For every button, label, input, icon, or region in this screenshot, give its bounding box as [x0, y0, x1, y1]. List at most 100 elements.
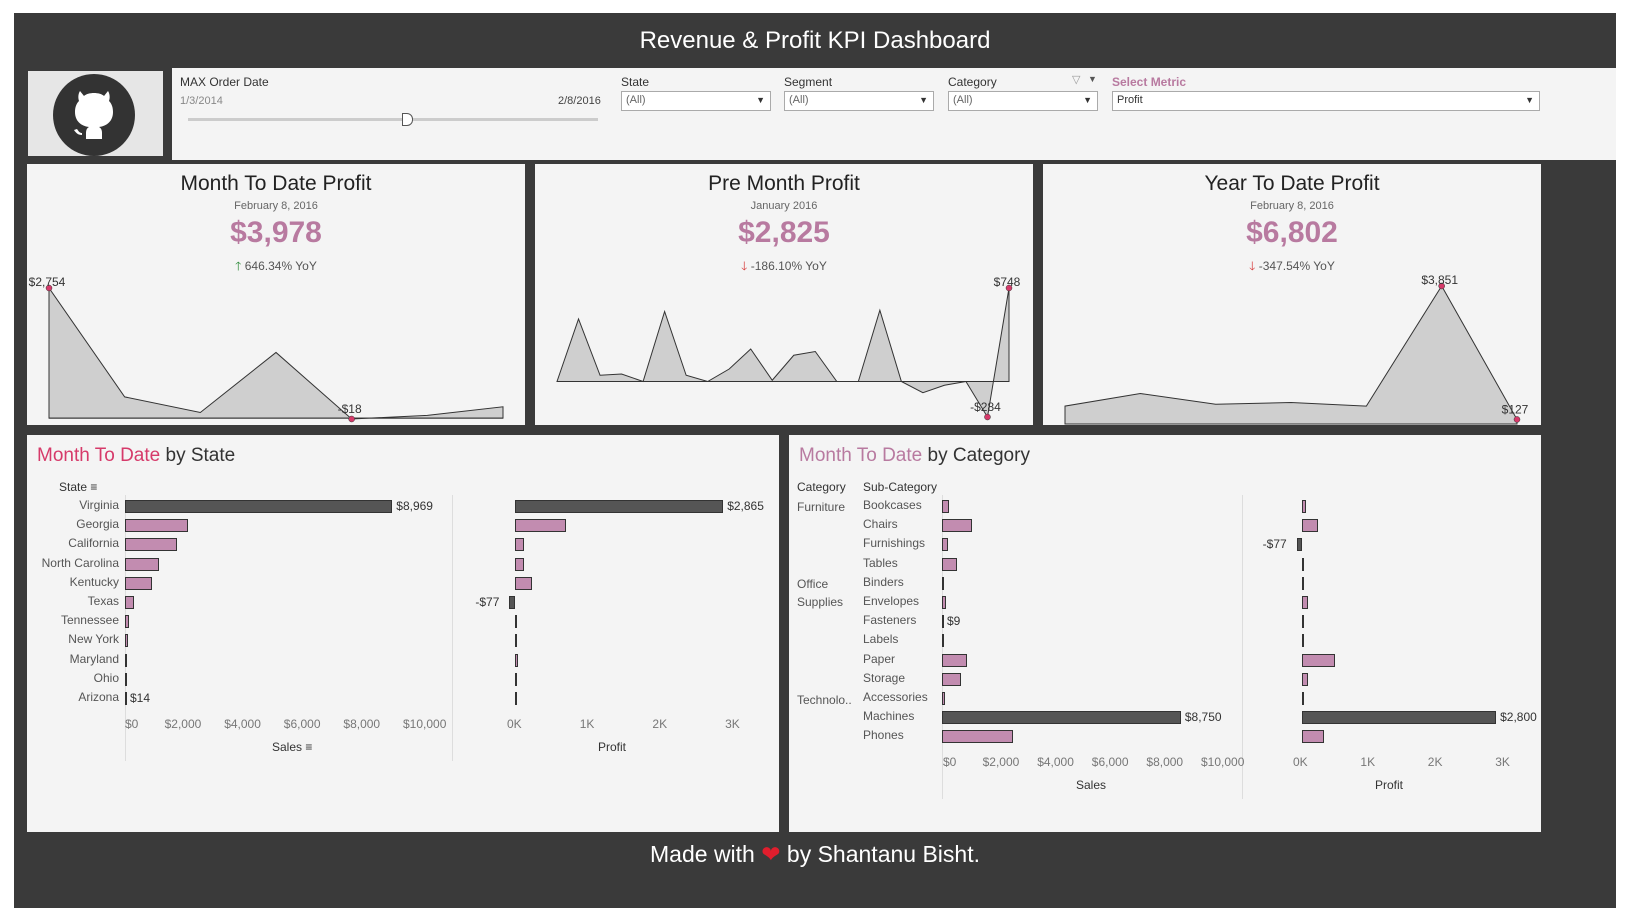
category-profit-bar[interactable] — [1302, 557, 1304, 571]
filter-funnel-icon[interactable]: ▽ — [1072, 73, 1080, 86]
sales-tick: $2,000 — [164, 717, 202, 731]
category-profit-bar[interactable] — [1302, 634, 1304, 648]
category-group-label[interactable]: Technolo.. — [797, 691, 852, 709]
state-row-label[interactable]: Kentucky — [27, 575, 119, 589]
category-sales-bar[interactable] — [942, 615, 944, 629]
category-sales-bar[interactable] — [942, 557, 957, 571]
state-profit-bar[interactable] — [515, 672, 517, 686]
subcategory-row-label[interactable]: Bookcases — [863, 498, 922, 512]
state-header[interactable]: State ≡ — [59, 480, 97, 494]
subcategory-row-label[interactable]: Furnishings — [863, 536, 925, 550]
category-sales-bar[interactable] — [942, 692, 946, 705]
category-sales-bar[interactable] — [942, 653, 968, 667]
state-sales-bar[interactable] — [125, 557, 160, 571]
category-sales-bar[interactable] — [942, 730, 1013, 744]
state-profit-bar[interactable] — [515, 500, 724, 513]
category-profit-bar[interactable] — [1302, 576, 1304, 590]
subcategory-row-label[interactable]: Storage — [863, 671, 905, 685]
category-profit-bar[interactable] — [1302, 500, 1307, 513]
state-sales-bar[interactable] — [125, 519, 188, 533]
subcategory-header[interactable]: Sub-Category — [863, 480, 937, 494]
subcategory-row-label[interactable]: Binders — [863, 575, 904, 589]
category-group-label[interactable]: Furniture — [797, 498, 845, 516]
state-row-label[interactable]: Tennessee — [27, 613, 119, 627]
category-profit-bar[interactable] — [1296, 538, 1302, 552]
sparkline-point[interactable] — [1513, 416, 1521, 423]
category-filter-select[interactable]: (All) ▼ — [948, 91, 1098, 111]
category-sales-bar[interactable] — [942, 634, 944, 648]
date-slider-track[interactable] — [188, 118, 598, 121]
subcategory-row-label[interactable]: Envelopes — [863, 594, 919, 608]
sort-icon[interactable]: ≡ — [305, 740, 312, 754]
category-sales-bar[interactable] — [942, 596, 947, 609]
category-profit-bar[interactable] — [1302, 596, 1308, 609]
segment-filter-select[interactable]: (All) ▼ — [784, 91, 934, 111]
state-row-label[interactable]: Ohio — [27, 671, 119, 685]
state-profit-bar[interactable] — [515, 653, 518, 667]
state-row-label[interactable]: Arizona — [27, 690, 119, 704]
state-sales-bar[interactable] — [125, 596, 134, 609]
category-sales-bar[interactable] — [942, 576, 944, 590]
category-header[interactable]: Category — [797, 480, 846, 494]
category-group-label[interactable]: Office Supplies — [797, 575, 843, 611]
state-row-label[interactable]: Virginia — [27, 498, 119, 512]
state-sales-bar[interactable] — [125, 500, 393, 513]
state-profit-bar[interactable] — [515, 519, 566, 533]
sort-icon[interactable]: ≡ — [90, 480, 97, 494]
subcategory-row-label[interactable]: Paper — [863, 652, 895, 666]
category-profit-bar[interactable] — [1302, 692, 1304, 705]
state-row-label[interactable]: Maryland — [27, 652, 119, 666]
state-row-label[interactable]: Texas — [27, 594, 119, 608]
state-row-label[interactable]: California — [27, 536, 119, 550]
state-profit-bar[interactable] — [515, 557, 525, 571]
subcategory-row-label[interactable]: Tables — [863, 556, 898, 570]
category-sales-bar[interactable] — [942, 711, 1181, 725]
category-profit-bar[interactable] — [1302, 711, 1497, 725]
state-filter-select[interactable]: (All) ▼ — [621, 91, 771, 111]
state-sales-bar[interactable] — [125, 634, 128, 648]
state-profit-bar[interactable] — [515, 615, 517, 629]
state-profit-bar[interactable] — [515, 634, 517, 648]
category-sales-bar[interactable] — [942, 500, 949, 513]
subcategory-row-label[interactable]: Fasteners — [863, 613, 916, 627]
category-profit-bar[interactable] — [1302, 672, 1308, 686]
state-sales-bar[interactable] — [125, 615, 129, 629]
subcategory-row-label[interactable]: Chairs — [863, 517, 898, 531]
category-profit-bar[interactable] — [1302, 730, 1325, 744]
state-profit-bar[interactable] — [515, 692, 517, 705]
state-profit-bar[interactable] — [515, 576, 533, 590]
category-profit-label: $2,800 — [1500, 710, 1537, 725]
state-row-label[interactable]: New York — [27, 632, 119, 646]
state-profit-bar[interactable] — [515, 538, 525, 552]
state-sales-bar[interactable] — [125, 576, 152, 590]
metric-filter-select[interactable]: Profit ▼ — [1112, 91, 1540, 111]
state-sales-bar[interactable] — [125, 538, 178, 552]
title-rest: by State — [160, 445, 236, 466]
subcategory-row-label[interactable]: Machines — [863, 709, 914, 723]
mtd-sparkline: $2,754 -$18 — [29, 275, 504, 423]
filter-menu-icon[interactable]: ▼ — [1088, 74, 1097, 84]
subcategory-row-label[interactable]: Accessories — [863, 690, 928, 704]
state-row-label[interactable]: Georgia — [27, 517, 119, 531]
kpi-value: $6,802 — [1246, 216, 1338, 249]
category-label-line: Technolo.. — [797, 693, 852, 707]
category-sales-bar[interactable] — [942, 538, 949, 552]
category-sales-bar[interactable] — [942, 672, 962, 686]
category-profit-bar[interactable] — [1302, 653, 1335, 667]
sparkline-point[interactable] — [348, 415, 355, 423]
sparkline-point[interactable] — [984, 413, 991, 421]
date-slider-handle[interactable] — [402, 113, 413, 126]
state-row-label[interactable]: North Carolina — [27, 556, 119, 570]
state-sales-bar[interactable] — [125, 672, 127, 686]
state-sales-bar[interactable] — [125, 692, 127, 705]
subcategory-row-label[interactable]: Labels — [863, 632, 898, 646]
subcategory-row-label[interactable]: Phones — [863, 728, 904, 742]
profit-axis-title: Profit — [1375, 778, 1404, 792]
category-profit-bar[interactable] — [1302, 615, 1304, 629]
state-profit-bar[interactable] — [509, 596, 515, 609]
state-sales-bar[interactable] — [125, 653, 128, 667]
category-sales-bar[interactable] — [942, 519, 973, 533]
sales-axis-title: Sales ≡ — [272, 740, 312, 754]
date-filter-min: 1/3/2014 — [180, 95, 223, 107]
category-profit-bar[interactable] — [1302, 519, 1318, 533]
